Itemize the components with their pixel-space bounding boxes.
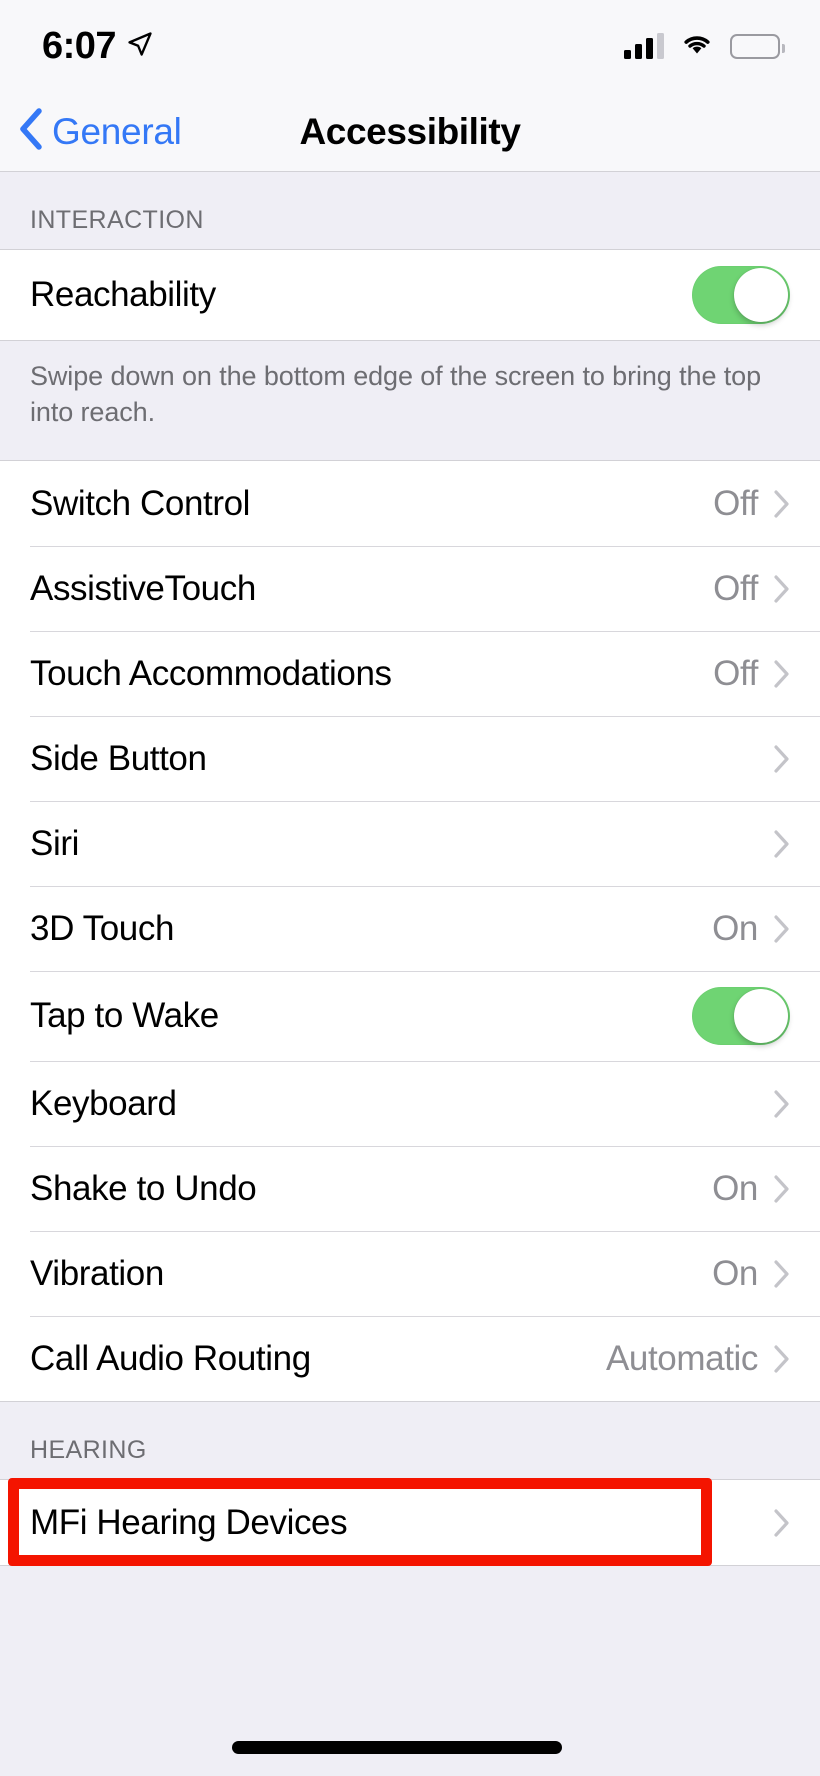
row-label: Switch Control [30, 483, 251, 523]
row-side-button[interactable]: Side Button [0, 716, 820, 802]
row-label: Touch Accommodations [30, 653, 392, 693]
status-bar-clock: 6:07 [42, 25, 117, 67]
row-value: On [712, 1253, 758, 1293]
row-call-audio-routing[interactable]: Call Audio Routing Automatic [0, 1316, 820, 1402]
row-label: Keyboard [30, 1083, 177, 1123]
row-label: Shake to Undo [30, 1168, 257, 1208]
row-shake-to-undo[interactable]: Shake to Undo On [0, 1146, 820, 1232]
status-bar-right [624, 31, 785, 62]
row-mfi-hearing-devices[interactable]: MFi Hearing Devices [0, 1480, 820, 1566]
chevron-right-icon [774, 1509, 790, 1537]
row-label: AssistiveTouch [30, 568, 256, 608]
row-switch-control[interactable]: Switch Control Off [0, 461, 820, 547]
iphone-screen: 6:07 General Accessibility INTERACTION R… [0, 0, 820, 1776]
section-header-interaction: INTERACTION [0, 172, 820, 249]
row-label: Siri [30, 823, 79, 863]
row-reachability[interactable]: Reachability [0, 250, 820, 340]
settings-group-hearing: MFi Hearing Devices [0, 1479, 820, 1567]
chevron-right-icon [774, 1090, 790, 1118]
battery-icon [730, 33, 785, 59]
chevron-right-icon [774, 660, 790, 688]
home-indicator[interactable] [232, 1741, 562, 1754]
row-label: Vibration [30, 1253, 164, 1293]
chevron-left-icon [18, 107, 44, 156]
settings-group-interaction: Reachability [0, 249, 820, 341]
chevron-right-icon [774, 915, 790, 943]
row-label: 3D Touch [30, 908, 175, 948]
row-value: Off [713, 568, 758, 608]
row-touch-accommodations[interactable]: Touch Accommodations Off [0, 631, 820, 717]
row-value: Off [713, 483, 758, 523]
row-value: Off [713, 653, 758, 693]
section-header-hearing: HEARING [0, 1402, 820, 1480]
row-value: Automatic [605, 1338, 758, 1378]
row-3d-touch[interactable]: 3D Touch On [0, 886, 820, 972]
row-vibration[interactable]: Vibration On [0, 1231, 820, 1317]
chevron-right-icon [774, 1175, 790, 1203]
row-label: Call Audio Routing [30, 1338, 311, 1378]
row-value: On [712, 908, 758, 948]
cellular-signal-icon [624, 33, 664, 59]
row-label: MFi Hearing Devices [30, 1502, 348, 1542]
row-label: Reachability [30, 275, 216, 314]
section-footer-interaction: Swipe down on the bottom edge of the scr… [0, 341, 820, 461]
row-label: Side Button [30, 738, 207, 778]
row-value: On [712, 1168, 758, 1208]
location-arrow-icon [126, 30, 154, 63]
back-button[interactable]: General [18, 107, 182, 156]
row-assistivetouch[interactable]: AssistiveTouch Off [0, 546, 820, 632]
chevron-right-icon [774, 745, 790, 773]
chevron-right-icon [774, 830, 790, 858]
reachability-toggle[interactable] [692, 266, 790, 324]
row-tap-to-wake[interactable]: Tap to Wake [0, 971, 820, 1062]
chevron-right-icon [774, 1345, 790, 1373]
navigation-bar: General Accessibility [0, 92, 820, 172]
status-bar: 6:07 [0, 0, 820, 92]
status-bar-left: 6:07 [42, 27, 154, 65]
row-keyboard[interactable]: Keyboard [0, 1061, 820, 1147]
chevron-right-icon [774, 490, 790, 518]
chevron-right-icon [774, 1260, 790, 1288]
tap-to-wake-toggle[interactable] [692, 987, 790, 1046]
row-label: Tap to Wake [30, 996, 219, 1036]
chevron-right-icon [774, 575, 790, 603]
wifi-icon [680, 31, 714, 62]
row-siri[interactable]: Siri [0, 801, 820, 887]
settings-group-main: Switch Control Off AssistiveTouch Off To… [0, 460, 820, 1403]
back-button-label: General [52, 111, 182, 152]
